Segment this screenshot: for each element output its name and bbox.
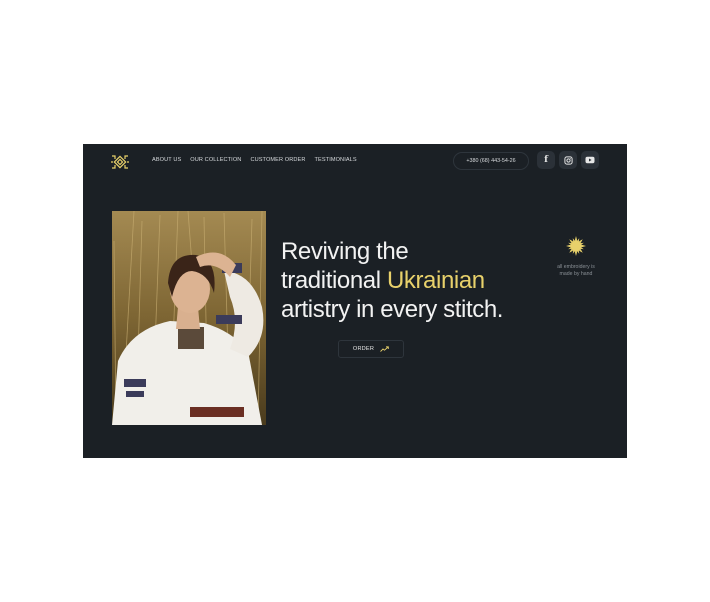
handmade-note: all embroidery is made by hand bbox=[549, 264, 603, 278]
order-button-label: ORDER bbox=[352, 346, 375, 352]
facebook-button[interactable]: f bbox=[537, 151, 555, 169]
handmade-note-line-2: made by hand bbox=[559, 271, 593, 277]
nav-item-customer-order[interactable]: CUSTOMER ORDER bbox=[250, 157, 305, 163]
order-button[interactable]: ORDER bbox=[338, 340, 404, 358]
hero-photo bbox=[112, 211, 266, 425]
instagram-button[interactable] bbox=[559, 151, 577, 169]
nav-item-our-collection[interactable]: OUR COLLECTION bbox=[190, 157, 241, 163]
main-nav: ABOUT US OUR COLLECTION CUSTOMER ORDER T… bbox=[152, 157, 357, 163]
headline-line-3: artistry in every stitch. bbox=[281, 296, 504, 323]
ornament-logo-icon[interactable] bbox=[110, 152, 130, 172]
headline-line-2-prefix: traditional bbox=[281, 267, 387, 294]
sun-badge-icon bbox=[566, 236, 586, 256]
youtube-icon bbox=[585, 156, 595, 164]
youtube-button[interactable] bbox=[581, 151, 599, 169]
instagram-icon bbox=[563, 155, 573, 165]
nav-item-testimonials[interactable]: TESTIMONIALS bbox=[315, 157, 357, 163]
hero-headline: Reviving the traditional Ukrainian artis… bbox=[281, 237, 541, 324]
headline-line-1: Reviving the bbox=[281, 238, 409, 265]
arrow-up-right-icon bbox=[380, 346, 389, 352]
facebook-icon: f bbox=[544, 154, 548, 165]
nav-item-about-us[interactable]: ABOUT US bbox=[152, 157, 181, 163]
headline-accent-word: Ukrainian bbox=[386, 267, 485, 294]
hero-frame: ABOUT US OUR COLLECTION CUSTOMER ORDER T… bbox=[83, 144, 627, 458]
handmade-note-line-1: all embroidery is bbox=[557, 264, 595, 270]
phone-number-pill[interactable]: +380 (68) 443-54-26 bbox=[453, 152, 529, 170]
